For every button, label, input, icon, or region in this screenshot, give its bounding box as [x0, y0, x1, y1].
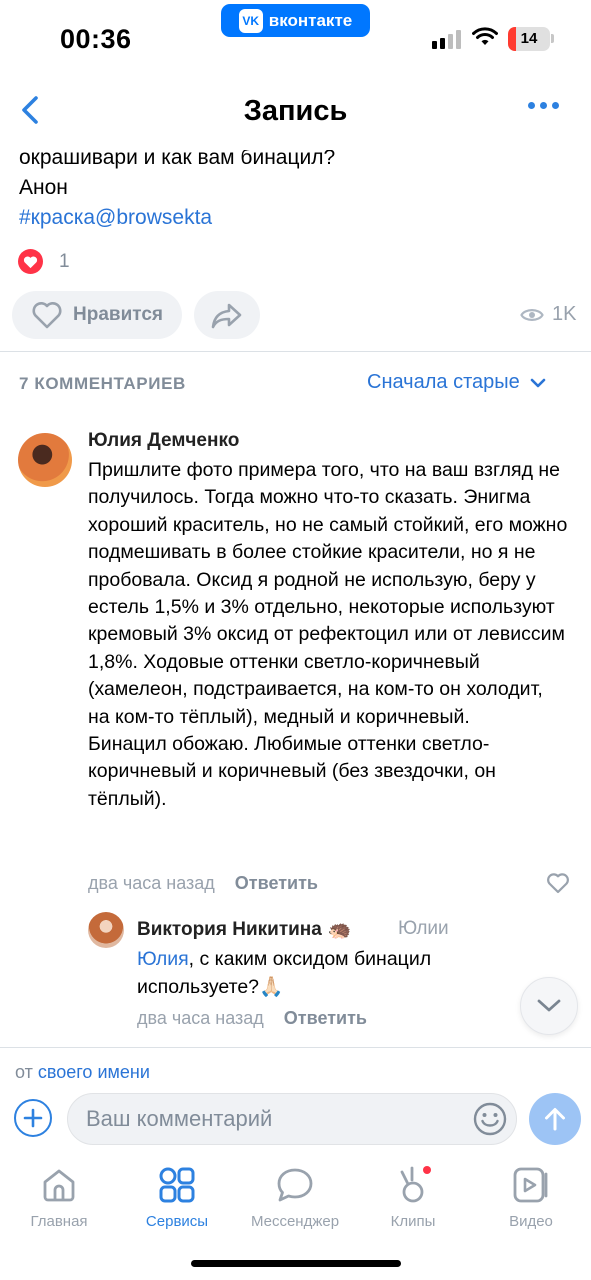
cellular-signal-icon	[432, 30, 461, 49]
tab-label: Сервисы	[145, 1213, 209, 1230]
like-button[interactable]: Нравится	[12, 291, 182, 339]
scroll-down-button[interactable]	[520, 977, 578, 1035]
video-icon	[513, 1167, 548, 1203]
battery-level: 14	[520, 30, 538, 47]
more-options-icon[interactable]	[528, 102, 559, 109]
reply-button[interactable]: Ответить	[235, 873, 318, 894]
battery-icon: 14	[508, 27, 550, 51]
home-icon	[43, 1169, 75, 1202]
reply-time: два часа назад	[137, 1008, 264, 1028]
arrow-up-icon	[545, 1108, 565, 1131]
share-arrow-icon	[211, 303, 242, 329]
post-text: окрашивари и как вам бинацил? Анон #крас…	[19, 143, 579, 233]
comment-text: Пришлите фото примера того, что на ваш в…	[88, 459, 568, 810]
from-prefix: от	[15, 1062, 33, 1082]
tab-clips[interactable]: Клипы	[354, 1163, 472, 1230]
vk-logo-icon: VK	[238, 8, 263, 33]
vk-app-badge-label: вконтакте	[268, 10, 353, 30]
reply-to-label[interactable]: Юлии	[398, 918, 449, 940]
avatar[interactable]	[18, 433, 72, 487]
views-counter: 1K	[520, 303, 576, 326]
reply-button[interactable]: Ответить	[284, 1008, 367, 1029]
wifi-icon	[472, 27, 498, 45]
mention-link[interactable]: Юлия	[137, 948, 189, 970]
comment-like-icon[interactable]	[546, 872, 570, 894]
tab-label: Видео	[509, 1213, 553, 1230]
divider	[0, 1047, 591, 1048]
tab-label: Клипы	[390, 1213, 436, 1230]
post-hashtag-link[interactable]: #краска@browsekta	[19, 203, 579, 233]
send-button[interactable]	[529, 1093, 581, 1145]
tab-services[interactable]: Сервисы	[118, 1163, 236, 1230]
divider	[0, 351, 591, 352]
tab-label: Главная	[30, 1213, 88, 1230]
tab-video[interactable]: Видео	[472, 1163, 590, 1230]
reply-text: Юлия, с каким оксидом бинацил использует…	[137, 945, 537, 1001]
heart-reaction-icon	[18, 249, 43, 274]
like-button-label: Нравится	[73, 304, 163, 325]
tab-home[interactable]: Главная	[0, 1163, 118, 1230]
hedgehog-emoji: 🦔	[327, 920, 352, 941]
eye-icon	[520, 308, 544, 321]
views-count: 1K	[552, 303, 577, 325]
page-title: Запись	[243, 95, 348, 127]
clips-icon	[400, 1166, 431, 1203]
tab-label: Мессенджер	[250, 1213, 340, 1230]
post-author-line: Анон	[19, 176, 68, 199]
chevron-down-icon	[537, 999, 561, 1012]
add-attachment-button[interactable]	[14, 1099, 52, 1137]
comments-count: 7 КОММЕНТАРИЕВ	[19, 374, 186, 393]
comment-author[interactable]: Юлия Демченко	[88, 430, 239, 452]
status-time: 00:36	[60, 24, 132, 54]
comment-as-selector[interactable]: от своего имени	[15, 1062, 150, 1083]
avatar[interactable]	[88, 912, 124, 948]
services-icon	[159, 1167, 195, 1203]
heart-outline-icon	[32, 302, 62, 329]
chevron-down-icon	[530, 378, 546, 387]
comment-input-box[interactable]	[67, 1093, 517, 1145]
smile-icon[interactable]	[472, 1101, 508, 1137]
comment-input[interactable]	[86, 1106, 446, 1132]
comment-time: два часа назад	[88, 873, 215, 893]
sort-label: Сначала старые	[367, 371, 520, 393]
reply-author[interactable]: Виктория Никитина 🦔	[137, 918, 352, 942]
like-count: 1	[59, 250, 70, 272]
post-reactions[interactable]: 1	[18, 249, 70, 274]
home-indicator	[191, 1260, 401, 1267]
sort-dropdown[interactable]: Сначала старые	[367, 371, 546, 394]
from-name[interactable]: своего имени	[38, 1062, 150, 1082]
tab-messenger[interactable]: Мессенджер	[236, 1163, 354, 1230]
reply-meta: два часа назад Ответить	[137, 1008, 367, 1029]
vk-app-badge[interactable]: VK вконтакте	[221, 4, 370, 37]
comment-meta: два часа назад Ответить	[88, 873, 318, 894]
status-bar: 00:36 VK вконтакте 14	[0, 0, 591, 70]
nav-header: Запись	[0, 70, 591, 150]
plus-icon	[23, 1108, 43, 1128]
share-button[interactable]	[194, 291, 260, 339]
reply-author-name: Виктория Никитина	[137, 919, 322, 940]
messenger-icon	[277, 1168, 313, 1202]
